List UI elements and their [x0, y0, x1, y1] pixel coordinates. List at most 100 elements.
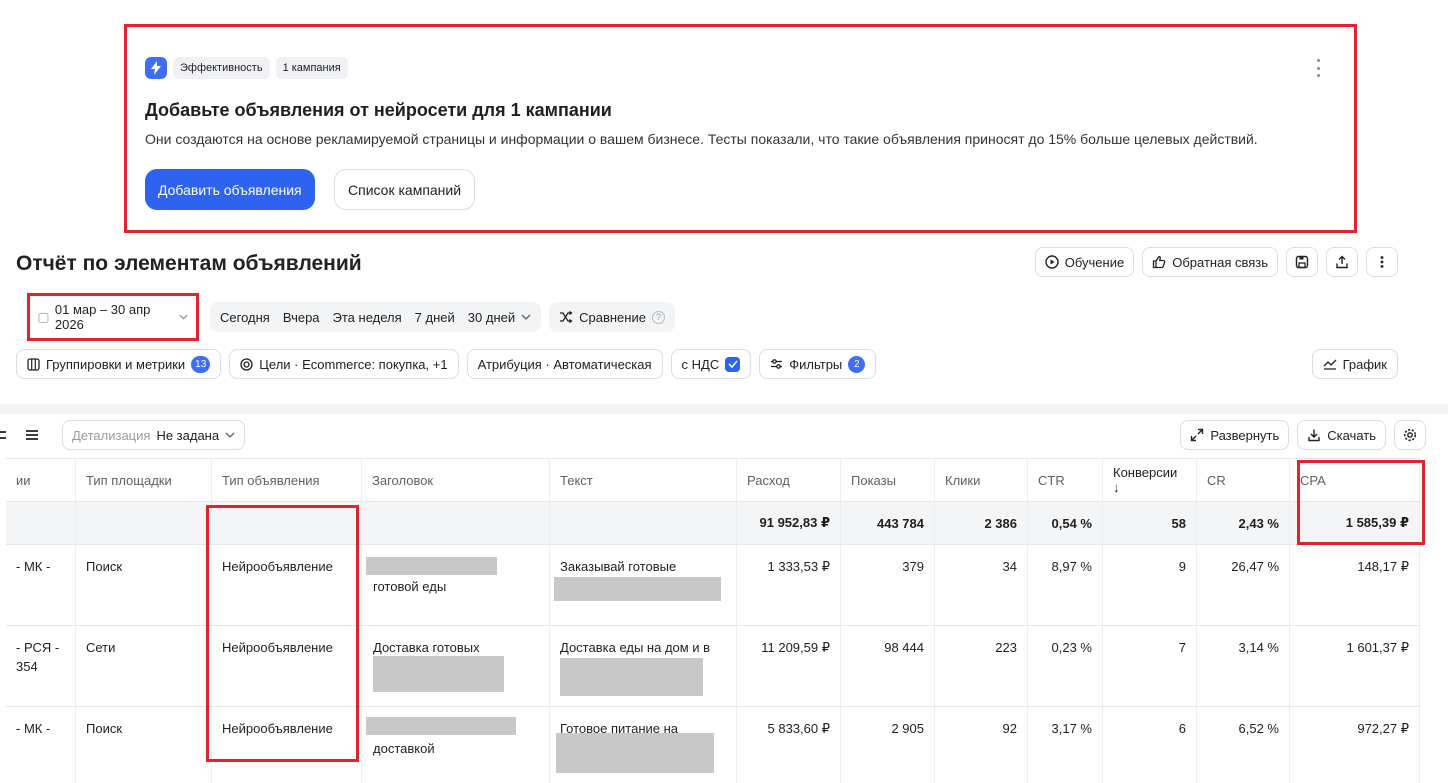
graph-label: График — [1342, 356, 1387, 372]
cell-text: 34 — [1002, 559, 1017, 574]
thumbs-up-icon — [1153, 255, 1166, 269]
cell-text: Нейрообъявление — [222, 640, 333, 655]
download-button[interactable]: Скачать — [1297, 420, 1386, 450]
quick-period-option[interactable]: Эта неделя — [333, 310, 402, 325]
more-actions-button[interactable] — [1366, 247, 1398, 277]
goals-button[interactable]: Цели · Ecommerce: покупка, +1 — [229, 349, 459, 379]
cell-ctr: 0,23 % — [1028, 626, 1103, 706]
ai-ads-promo-card: Эффективность 1 кампания Добавьте объявл… — [124, 24, 1357, 233]
quick-period-option[interactable]: Вчера — [283, 310, 320, 325]
attribution-button[interactable]: Атрибуция · Автоматическая — [466, 349, 663, 379]
redacted-block — [366, 557, 497, 575]
quick-period-option[interactable]: 30 дней — [468, 310, 515, 325]
expand-label: Развернуть — [1210, 427, 1280, 443]
table-row[interactable]: - РСЯ - 354 Сети Нейрообъявление Доставка го… — [6, 626, 1420, 707]
cell-headline: доставкой — [362, 707, 550, 783]
vat-label: с НДС — [681, 356, 720, 372]
table-view-icon[interactable] — [26, 429, 38, 441]
add-ads-button[interactable]: Добавить объявления — [145, 169, 315, 210]
cell-text: Нейрообъявление — [222, 559, 333, 574]
date-range-picker[interactable]: 01 мар – 30 апр 2026 — [27, 293, 199, 341]
column-header[interactable]: Текст — [550, 459, 737, 501]
column-header[interactable]: Тип объявления — [212, 459, 362, 501]
column-header[interactable]: Тип площадки — [76, 459, 212, 501]
column-header[interactable]: CR — [1197, 459, 1290, 501]
feedback-button[interactable]: Обратная связь — [1142, 247, 1278, 277]
target-icon — [240, 357, 253, 371]
total-cell: 58 — [1103, 502, 1197, 544]
table-row[interactable]: - МК - Поиск Нейрообъявление готовой еды Зак… — [6, 545, 1420, 626]
groupings-metrics-button[interactable]: Группировки и метрики 13 — [16, 349, 222, 379]
column-header[interactable]: Клики — [935, 459, 1028, 501]
filters-button[interactable]: Фильтры 2 — [759, 349, 877, 379]
cell-cr: 6,52 % — [1197, 707, 1290, 783]
cell-text: - МК - — [16, 559, 51, 574]
list-view-icon[interactable] — [0, 429, 12, 441]
cell-spend: 1 333,53 ₽ — [737, 545, 841, 625]
more-options-icon[interactable] — [1312, 57, 1324, 79]
chevron-down-icon[interactable] — [521, 314, 531, 320]
cell-text: 98 444 — [884, 640, 924, 655]
redacted-block — [560, 658, 703, 696]
cell-text: 3,17 % — [1051, 721, 1092, 736]
column-header[interactable]: Заголовок — [362, 459, 550, 501]
campaign-list-button[interactable]: Список кампаний — [334, 169, 476, 210]
quick-period-option[interactable]: Сегодня — [220, 310, 270, 325]
vat-toggle[interactable]: с НДС — [670, 349, 752, 379]
detail-label: Детализация — [72, 427, 151, 443]
cell-text: 9 — [1178, 559, 1186, 574]
column-header[interactable]: Конверсии ↓ — [1103, 459, 1197, 501]
cell-text: 5 833,60 ₽ — [767, 721, 831, 736]
cell-clicks: 34 — [935, 545, 1028, 625]
cell-text: Готовое питание на — [550, 707, 737, 783]
table-header-row: ии Тип площадки Тип объявления Заголовок Тек… — [6, 459, 1420, 502]
cell-text: 354 — [16, 659, 38, 674]
download-label: Скачать — [1327, 427, 1376, 443]
table-settings-button[interactable] — [1394, 420, 1426, 450]
checkbox-checked-icon[interactable] — [725, 356, 741, 372]
cell-platform: Поиск — [76, 545, 212, 625]
share-button[interactable] — [1326, 247, 1358, 277]
cell-text: Поиск — [86, 721, 123, 736]
sliders-icon — [771, 359, 783, 369]
detail-dropdown[interactable]: Детализация Не задана — [62, 420, 246, 450]
cell-platform: Сети — [76, 626, 212, 706]
expand-button[interactable]: Развернуть — [1180, 420, 1290, 450]
cell-campaign: - МК - — [6, 707, 76, 783]
redacted-block — [556, 733, 714, 773]
cell-impressions: 379 — [841, 545, 935, 625]
date-range-value: 01 мар – 30 апр 2026 — [54, 302, 151, 332]
column-header[interactable]: CTR — [1028, 459, 1103, 501]
save-report-button[interactable] — [1286, 247, 1318, 277]
cell-text: 6,52 % — [1238, 721, 1279, 736]
table-toolbar-left: Детализация Не задана — [0, 420, 246, 450]
cell-ad-type: Нейрообъявление — [212, 545, 362, 625]
column-header[interactable]: ии — [6, 459, 76, 501]
redacted-block — [554, 577, 721, 601]
cell-conversions: 6 — [1103, 707, 1197, 783]
total-cell: 2 386 — [935, 502, 1028, 544]
help-icon[interactable]: ? — [651, 310, 665, 324]
cell-cpa: 148,17 ₽ — [1290, 545, 1420, 625]
cell-headline: Доставка готовых — [362, 626, 550, 706]
learning-label: Обучение — [1064, 254, 1125, 270]
cell-ctr: 3,17 % — [1028, 707, 1103, 783]
column-header[interactable]: Расход — [737, 459, 841, 501]
table-row[interactable]: - МК - Поиск Нейрообъявление доставкой Готов… — [6, 707, 1420, 783]
cell-text: - РСЯ - — [16, 640, 60, 655]
learning-button[interactable]: Обучение — [1034, 247, 1135, 277]
cell-text: Заказывай готовые — [560, 559, 677, 574]
chart-icon — [1323, 359, 1337, 370]
comparison-toggle[interactable]: Сравнение ? — [549, 302, 675, 332]
quick-period-option[interactable]: 7 дней — [415, 310, 455, 325]
lightning-icon — [145, 57, 167, 79]
cell-cpa: 1 601,37 ₽ — [1290, 626, 1420, 706]
column-header[interactable]: CPA — [1290, 459, 1420, 501]
cell-cpa: 972,27 ₽ — [1290, 707, 1420, 783]
cell-conversions: 9 — [1103, 545, 1197, 625]
total-cell — [76, 502, 212, 544]
view-toggle[interactable] — [0, 420, 52, 450]
cell-cr: 26,47 % — [1197, 545, 1290, 625]
column-header[interactable]: Показы — [841, 459, 935, 501]
graph-button[interactable]: График — [1311, 349, 1398, 379]
